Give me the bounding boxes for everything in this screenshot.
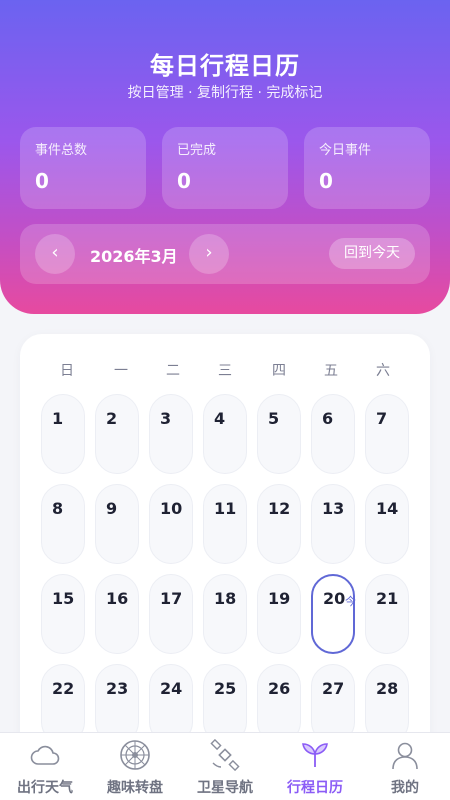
day-cell[interactable]: 3	[149, 394, 193, 474]
weekday-header: 三	[218, 363, 232, 379]
stat-value: 0	[177, 169, 191, 193]
day-cell[interactable]: 15	[41, 574, 85, 654]
day-number: 27	[322, 679, 345, 698]
stat-value: 0	[35, 169, 49, 193]
day-cell[interactable]: 12	[257, 484, 301, 564]
weekday-header: 五	[324, 363, 338, 379]
day-number: 7	[376, 409, 388, 428]
tab-label: 趣味转盘	[107, 780, 163, 796]
tab-label: 卫星导航	[197, 780, 253, 796]
stat-label: 今日事件	[319, 143, 372, 158]
day-number: 6	[322, 409, 334, 428]
day-number: 9	[106, 499, 118, 518]
day-number: 16	[106, 589, 129, 608]
day-cell[interactable]: 21	[365, 574, 409, 654]
sprout-icon	[302, 743, 328, 767]
tab-label: 行程日历	[287, 780, 343, 796]
day-number: 11	[214, 499, 237, 518]
prev-month-button[interactable]: ‹	[35, 234, 75, 274]
day-number: 21	[376, 589, 399, 608]
day-number: 25	[214, 679, 237, 698]
bottom-tab-bar: 出行天气 趣味转盘 卫星导航 行程日历 我的	[0, 732, 450, 800]
user-icon	[392, 742, 418, 770]
weekday-header: 六	[376, 363, 390, 379]
stat-label: 已完成	[177, 143, 217, 158]
current-month: 2026年3月	[90, 247, 178, 266]
day-number: 18	[214, 589, 237, 608]
day-cell[interactable]: 6	[311, 394, 355, 474]
day-number: 19	[268, 589, 291, 608]
stat-card-total: 事件总数 0	[20, 127, 146, 209]
day-cell[interactable]: 10	[149, 484, 193, 564]
satellite-icon	[210, 739, 240, 771]
day-number: 28	[376, 679, 399, 698]
tab-profile[interactable]: 我的	[360, 733, 450, 800]
day-cell[interactable]: 11	[203, 484, 247, 564]
day-number: 13	[322, 499, 345, 518]
day-cell[interactable]: 2	[95, 394, 139, 474]
back-to-today-button[interactable]: 回到今天	[329, 238, 415, 269]
stat-card-today: 今日事件 0	[304, 127, 430, 209]
day-number: 4	[214, 409, 226, 428]
page-subtitle: 按日管理 · 复制行程 · 完成标记	[127, 85, 323, 101]
day-number: 26	[268, 679, 291, 698]
day-cell[interactable]: 9	[95, 484, 139, 564]
day-number: 10	[160, 499, 183, 518]
day-number: 14	[376, 499, 399, 518]
weekday-header: 日	[60, 363, 74, 379]
day-number: 2	[106, 409, 118, 428]
day-number: 24	[160, 679, 183, 698]
weekday-header: 一	[114, 363, 128, 379]
today-tag: 今	[345, 595, 356, 608]
day-number: 17	[160, 589, 183, 608]
chevron-right-icon: ›	[205, 242, 213, 263]
weekday-header: 二	[166, 363, 180, 379]
day-cell-today[interactable]: 20 今	[311, 574, 356, 654]
day-cell[interactable]: 14	[365, 484, 409, 564]
day-number: 5	[268, 409, 280, 428]
day-cell[interactable]: 5	[257, 394, 301, 474]
day-number: 3	[160, 409, 172, 428]
day-number: 23	[106, 679, 129, 698]
weekday-header: 四	[272, 363, 286, 379]
day-cell[interactable]: 4	[203, 394, 247, 474]
day-cell[interactable]: 1	[41, 394, 85, 474]
day-number: 22	[52, 679, 75, 698]
day-number: 1	[52, 409, 64, 428]
stat-label: 事件总数	[35, 143, 88, 158]
chevron-left-icon: ‹	[51, 242, 59, 263]
day-cell[interactable]: 13	[311, 484, 355, 564]
day-number: 20	[323, 589, 346, 608]
next-month-button[interactable]: ›	[189, 234, 229, 274]
cloud-icon	[30, 745, 60, 765]
day-number: 12	[268, 499, 291, 518]
day-number: 15	[52, 589, 75, 608]
day-cell[interactable]: 18	[203, 574, 247, 654]
stat-card-completed: 已完成 0	[162, 127, 288, 209]
tab-calendar[interactable]: 行程日历	[270, 733, 360, 800]
day-cell[interactable]: 7	[365, 394, 409, 474]
day-cell[interactable]: 19	[257, 574, 301, 654]
page-title: 每日行程日历	[150, 52, 300, 80]
day-number: 8	[52, 499, 64, 518]
stat-value: 0	[319, 169, 333, 193]
day-cell[interactable]: 17	[149, 574, 193, 654]
tab-wheel[interactable]: 趣味转盘	[90, 733, 180, 800]
month-navigation: ‹ 2026年3月 › 回到今天	[20, 224, 430, 284]
day-cell[interactable]: 16	[95, 574, 139, 654]
day-cell[interactable]: 8	[41, 484, 85, 564]
tab-label: 我的	[391, 780, 419, 796]
tab-weather[interactable]: 出行天气	[0, 733, 90, 800]
tab-label: 出行天气	[17, 780, 73, 796]
wheel-icon	[120, 740, 150, 770]
tab-satellite[interactable]: 卫星导航	[180, 733, 270, 800]
